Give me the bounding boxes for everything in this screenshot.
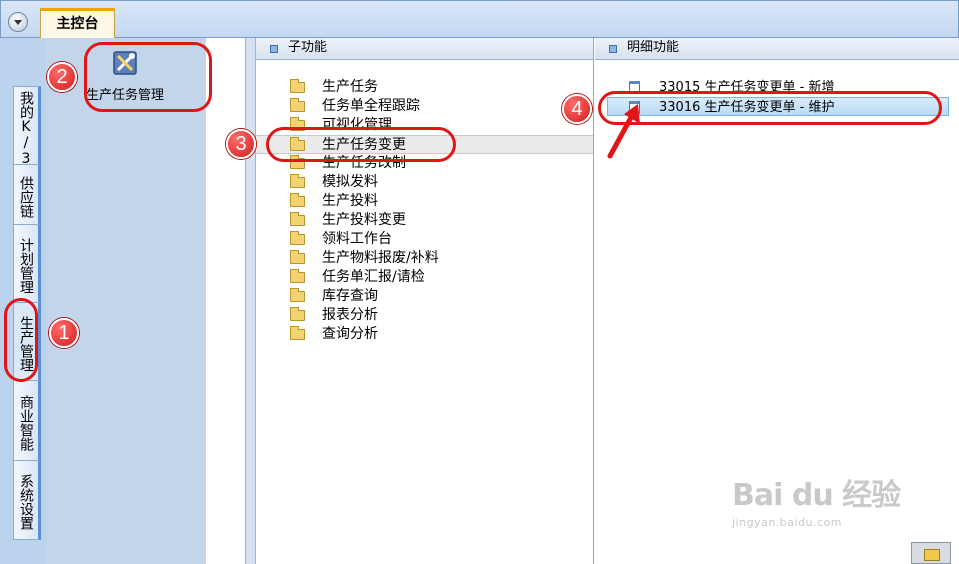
callout-1: 1 bbox=[49, 318, 79, 348]
detail-function-header: 明细功能 bbox=[595, 38, 959, 60]
arrow-icon bbox=[607, 104, 640, 159]
vtab-my-k3[interactable]: 我的K/3 bbox=[13, 86, 41, 168]
sub-function-item[interactable]: 领料工作台 bbox=[256, 230, 593, 249]
vtab-business-intelligence[interactable]: 商业智能 bbox=[13, 380, 41, 462]
sub-function-label: 任务单汇报/请检 bbox=[322, 269, 425, 285]
sub-function-label: 领料工作台 bbox=[322, 231, 392, 247]
watermark-logo: Bai du 经验 bbox=[732, 478, 901, 513]
folder-icon bbox=[290, 250, 305, 264]
sub-function-item[interactable]: 生产物料报废/补料 bbox=[256, 249, 593, 268]
sub-function-label: 生产物料报废/补料 bbox=[322, 250, 439, 266]
highlight-ring-sub-item bbox=[266, 127, 456, 162]
sub-function-item[interactable]: 查询分析 bbox=[256, 325, 593, 344]
sub-function-label: 任务单全程跟踪 bbox=[322, 98, 420, 114]
folder-icon bbox=[290, 193, 305, 207]
sub-function-title: 子功能 bbox=[288, 40, 328, 55]
sub-function-header: 子功能 bbox=[256, 38, 593, 60]
sub-function-label: 报表分析 bbox=[322, 307, 378, 323]
sub-function-item[interactable]: 任务单全程跟踪 bbox=[256, 97, 593, 116]
header-square-icon bbox=[609, 45, 617, 53]
folder-icon bbox=[290, 174, 305, 188]
highlight-ring-production-tab bbox=[4, 298, 38, 382]
vtab-system-settings[interactable]: 系统设置 bbox=[13, 460, 41, 540]
dropdown-icon[interactable] bbox=[8, 12, 28, 32]
top-tab-bar: 主控台 bbox=[0, 0, 959, 39]
sub-function-list: 生产任务 任务单全程跟踪 可视化管理 生产任务变更 生产任务改制 模拟发料 生产投料 生产投料… bbox=[256, 78, 593, 344]
sub-function-label: 查询分析 bbox=[322, 326, 378, 342]
sub-function-label: 生产投料 bbox=[322, 193, 378, 209]
folder-icon bbox=[290, 288, 305, 302]
folder-icon bbox=[290, 307, 305, 321]
sub-function-item[interactable]: 库存查询 bbox=[256, 287, 593, 306]
sub-function-item[interactable]: 模拟发料 bbox=[256, 173, 593, 192]
mail-icon[interactable] bbox=[911, 542, 951, 564]
folder-icon bbox=[290, 212, 305, 226]
folder-icon bbox=[290, 98, 305, 112]
detail-function-title: 明细功能 bbox=[627, 40, 680, 55]
vtab-planning[interactable]: 计划管理 bbox=[13, 224, 41, 304]
tab-main-console[interactable]: 主控台 bbox=[40, 8, 115, 39]
callout-2: 2 bbox=[47, 62, 77, 92]
folder-icon bbox=[290, 79, 305, 93]
folder-icon bbox=[290, 231, 305, 245]
folder-icon bbox=[290, 269, 305, 283]
sub-function-panel: 子功能 生产任务 任务单全程跟踪 可视化管理 生产任务变更 生产任务改制 模拟发料 生产投料… bbox=[256, 38, 594, 564]
splitter-bar[interactable] bbox=[245, 38, 256, 564]
sub-function-label: 生产投料变更 bbox=[322, 212, 406, 228]
sub-function-item[interactable]: 生产投料变更 bbox=[256, 211, 593, 230]
folder-icon bbox=[290, 326, 305, 340]
sub-function-label: 模拟发料 bbox=[322, 174, 378, 190]
sub-function-item[interactable]: 报表分析 bbox=[256, 306, 593, 325]
callout-3: 3 bbox=[226, 129, 256, 159]
sub-function-label: 生产任务 bbox=[322, 79, 378, 95]
highlight-ring-module bbox=[84, 42, 212, 112]
splitter bbox=[206, 38, 256, 564]
header-square-icon bbox=[270, 45, 278, 53]
sub-function-item[interactable]: 生产投料 bbox=[256, 192, 593, 211]
sub-function-item[interactable]: 任务单汇报/请检 bbox=[256, 268, 593, 287]
module-column bbox=[46, 38, 206, 564]
vtab-supply-chain[interactable]: 供应链 bbox=[13, 164, 41, 226]
watermark-url: jingyan.baidu.com bbox=[732, 516, 843, 529]
sub-function-item[interactable]: 生产任务 bbox=[256, 78, 593, 97]
sub-function-label: 库存查询 bbox=[322, 288, 378, 304]
callout-4: 4 bbox=[562, 94, 592, 124]
watermark: Bai du 经验 jingyan.baidu.com bbox=[732, 470, 947, 540]
